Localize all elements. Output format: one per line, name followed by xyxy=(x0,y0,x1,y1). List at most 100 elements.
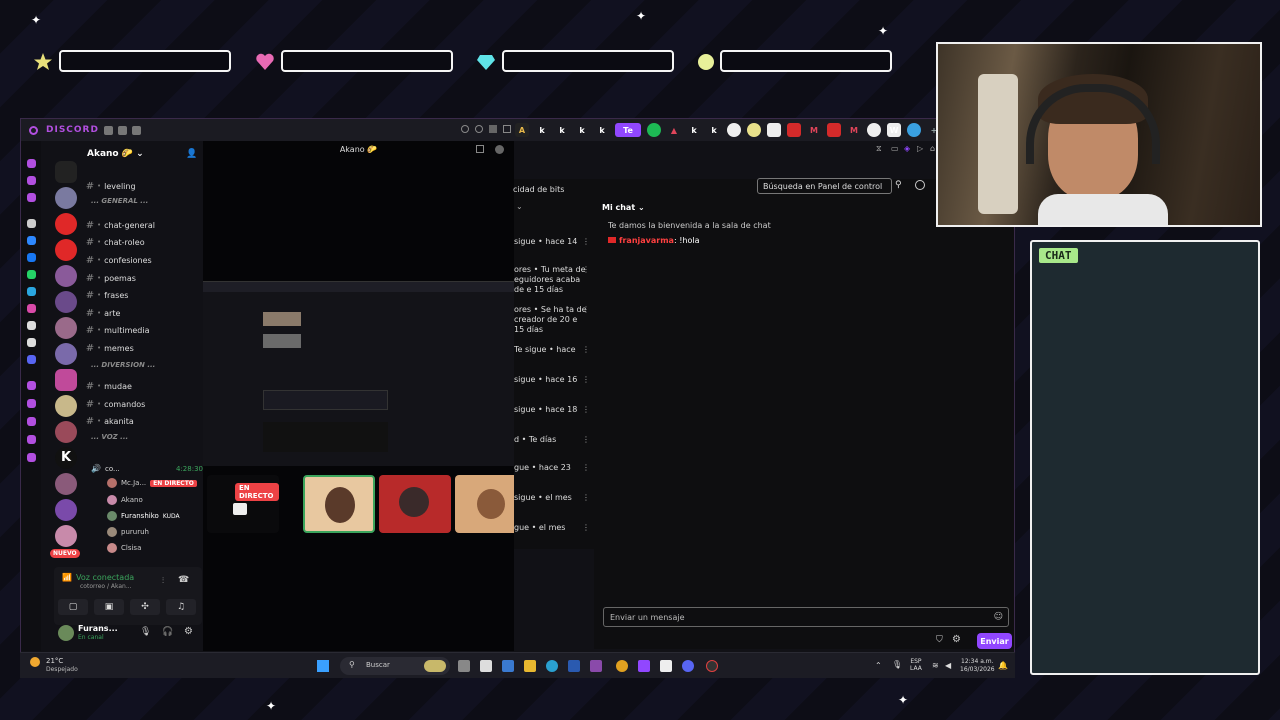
weather-temp[interactable]: 21°C xyxy=(46,657,63,665)
gear-icon[interactable]: ⚙ xyxy=(952,634,961,645)
gmail-icon[interactable]: M xyxy=(847,123,861,137)
more-icon[interactable]: ⋮ xyxy=(582,405,590,415)
toolbar-icon[interactable]: ▭ xyxy=(891,144,899,153)
voice-user[interactable]: Clsisa xyxy=(107,543,141,553)
server-icon[interactable] xyxy=(55,343,77,365)
app-icon[interactable] xyxy=(590,660,602,672)
add-member-icon[interactable]: 👤 xyxy=(186,149,197,159)
tab-kick[interactable]: k xyxy=(555,123,569,137)
server-icon[interactable] xyxy=(55,265,77,287)
activity-item[interactable]: Te sigue • hace ⋮ xyxy=(514,345,590,355)
language-indicator[interactable]: ESP LAA xyxy=(910,658,922,672)
activity-item[interactable]: sigue • hace 18 ⋮ xyxy=(514,405,590,415)
info-icon[interactable] xyxy=(915,180,925,190)
server-icon[interactable] xyxy=(55,421,77,443)
disconnect-icon[interactable]: ☎ xyxy=(178,575,189,585)
chat-header[interactable]: Mi chat ⌄ xyxy=(602,203,645,212)
server-icon[interactable]: K xyxy=(55,447,77,469)
youtube-icon[interactable] xyxy=(787,123,801,137)
server-icon[interactable] xyxy=(55,213,77,235)
more-icon[interactable]: ⋮ xyxy=(582,237,590,247)
gear-icon[interactable]: ⚙ xyxy=(184,626,193,637)
tab-icon[interactable]: ▲ xyxy=(667,123,681,137)
more-icon[interactable]: ⋮ xyxy=(582,435,590,445)
more-icon[interactable]: ⋮ xyxy=(582,305,590,315)
tab-twitch-active[interactable]: Te xyxy=(615,123,641,137)
whatsapp-icon[interactable] xyxy=(27,270,36,279)
voice-channel-row[interactable]: 🔊 co... 4:28:30 xyxy=(91,464,203,473)
more-icon[interactable]: ⋮ xyxy=(582,523,590,533)
live-stream-tile[interactable]: EN DIRECTO xyxy=(207,475,279,533)
participant-tile[interactable] xyxy=(379,475,451,533)
channel-item[interactable]: # • chat-general xyxy=(83,218,203,232)
facebook-icon[interactable] xyxy=(27,253,36,262)
server-icon[interactable] xyxy=(55,239,77,261)
tab-kick[interactable]: k xyxy=(707,123,721,137)
twitch-studio-icon[interactable] xyxy=(638,660,650,672)
mic-icon[interactable]: 🎙 xyxy=(892,660,902,669)
mic-icon[interactable]: 🎙 xyxy=(140,627,151,637)
task-view-icon[interactable] xyxy=(458,660,470,672)
tab-icon[interactable] xyxy=(907,123,921,137)
toolbar-icon[interactable]: ⧖ xyxy=(876,144,882,154)
screen-icon[interactable] xyxy=(503,125,511,133)
channel-item[interactable]: # • confesiones xyxy=(83,253,203,267)
tab-kick[interactable]: k xyxy=(575,123,589,137)
toolbar-icon[interactable]: ⌂ xyxy=(930,144,935,153)
channel-item[interactable]: # • memes xyxy=(83,341,203,355)
server-icon[interactable] xyxy=(55,317,77,339)
activity-item[interactable]: gue • el mes ⋮ xyxy=(514,523,590,533)
server-icon[interactable] xyxy=(55,473,77,495)
emote-icon[interactable]: ☺ xyxy=(994,612,1003,622)
tab-kick[interactable]: k xyxy=(687,123,701,137)
soundboard-button[interactable]: ♫ xyxy=(166,599,196,615)
category-diversion[interactable]: ... DIVERSION ... xyxy=(91,361,155,369)
channel-item[interactable]: # • frases xyxy=(83,288,203,302)
tab-kick[interactable]: k xyxy=(535,123,549,137)
rail-icon[interactable] xyxy=(27,193,36,202)
pause-icon[interactable] xyxy=(489,125,497,133)
channel-item[interactable]: # • akanita xyxy=(83,414,203,428)
rail-icon[interactable] xyxy=(27,159,36,168)
search-icon[interactable]: ⚲ xyxy=(895,180,902,190)
more-icon[interactable]: ⋮ xyxy=(582,345,590,355)
channel-item[interactable]: # • poemas xyxy=(83,271,203,285)
spotify-icon[interactable] xyxy=(647,123,661,137)
voice-connected-channel[interactable]: cotorreo / Akan... xyxy=(80,583,132,590)
activity-item[interactable]: d • Te días ⋮ xyxy=(514,435,590,445)
refresh-icon[interactable] xyxy=(475,125,483,133)
rail-icon[interactable] xyxy=(27,176,36,185)
activity-item[interactable]: ores • Se ha ta de creador de 20 e 15 dí… xyxy=(514,305,590,335)
headphones-icon[interactable]: 🎧 xyxy=(162,627,173,637)
shield-icon[interactable]: ⛉ xyxy=(936,635,943,645)
rail-icon[interactable] xyxy=(27,453,36,462)
store-icon[interactable] xyxy=(480,660,492,672)
settings-icon[interactable] xyxy=(461,125,469,133)
edge-icon[interactable] xyxy=(546,660,558,672)
instagram-icon[interactable] xyxy=(27,304,36,313)
activity-item[interactable]: sigue • el mes ⋮ xyxy=(514,493,590,503)
notification-icon[interactable]: 🔔 xyxy=(998,661,1008,670)
chat-username[interactable]: franjavarma xyxy=(619,236,674,245)
channel-item[interactable]: # • mudae xyxy=(83,379,203,393)
popout-icon[interactable] xyxy=(476,145,484,153)
tab-icon[interactable]: W xyxy=(887,123,901,137)
server-icon[interactable] xyxy=(55,187,77,209)
tiktok-icon[interactable] xyxy=(27,321,36,330)
server-icon[interactable] xyxy=(55,525,77,547)
more-icon[interactable]: ⋮ xyxy=(582,265,590,275)
chevron-down-icon[interactable]: ⌄ xyxy=(516,202,523,211)
word-icon[interactable] xyxy=(568,660,580,672)
send-button[interactable]: Enviar xyxy=(977,633,1012,649)
rail-icon[interactable] xyxy=(27,417,36,426)
server-icon[interactable] xyxy=(55,395,77,417)
taskbar-search[interactable]: ⚲ Buscar xyxy=(340,657,450,675)
screen-share-button[interactable]: ▣ xyxy=(94,599,124,615)
dashboard-search-input[interactable]: Búsqueda en Panel de control xyxy=(757,178,892,194)
bits-label[interactable]: cidad de bits xyxy=(513,185,564,194)
more-icon[interactable]: ⋮ xyxy=(582,463,590,473)
activity-item[interactable]: sigue • hace 16 ⋮ xyxy=(514,375,590,385)
rail-icon[interactable] xyxy=(27,435,36,444)
channel-item[interactable]: # • arte xyxy=(83,306,203,320)
activities-button[interactable]: ✣ xyxy=(130,599,160,615)
